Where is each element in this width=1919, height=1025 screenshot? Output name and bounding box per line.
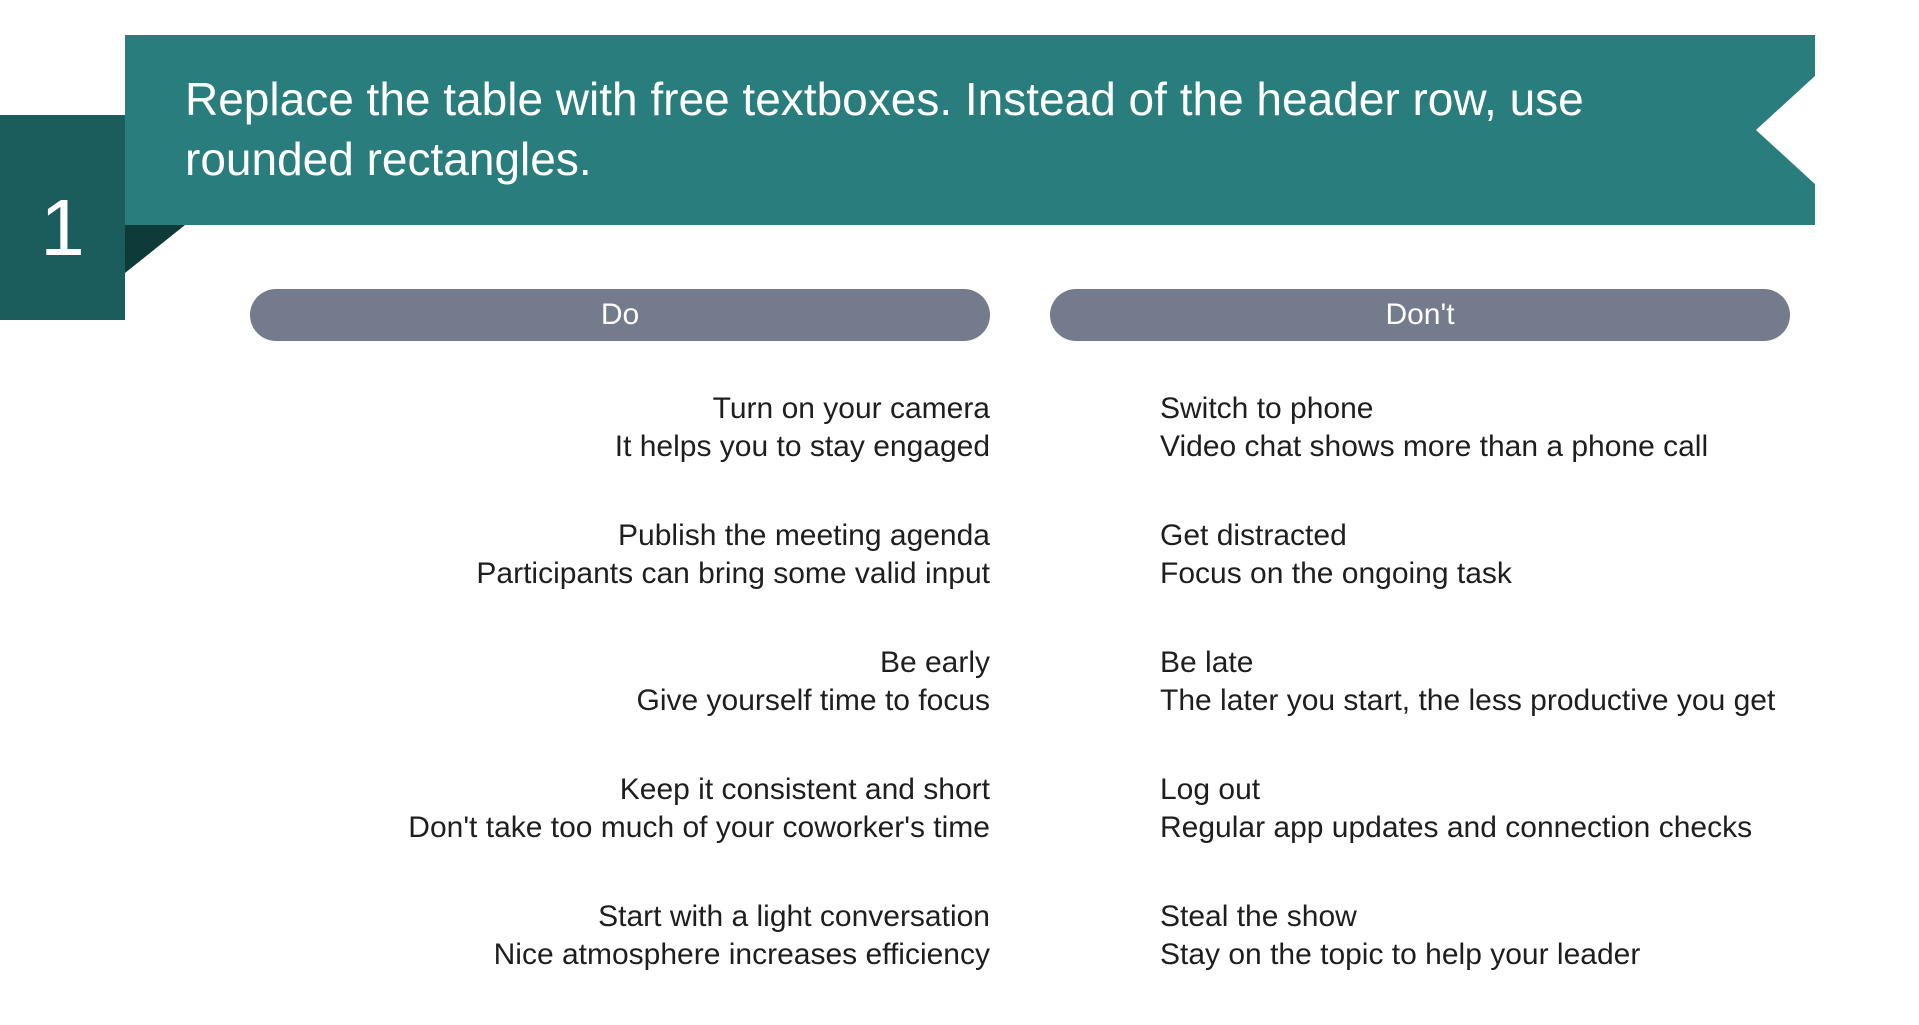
do-item-sub: Don't take too much of your coworker's t… bbox=[250, 809, 990, 847]
list-item: Log out Regular app updates and connecti… bbox=[1160, 771, 1900, 846]
slide-number-tab: 1 bbox=[0, 115, 125, 320]
list-item: Steal the show Stay on the topic to help… bbox=[1160, 898, 1900, 973]
dont-item-title: Switch to phone bbox=[1160, 390, 1900, 428]
do-item-sub: It helps you to stay engaged bbox=[250, 428, 990, 466]
list-item: Be early Give yourself time to focus bbox=[250, 644, 990, 719]
dont-item-sub: Regular app updates and connection check… bbox=[1160, 809, 1900, 847]
dont-item-sub: Focus on the ongoing task bbox=[1160, 555, 1900, 593]
do-item-title: Publish the meeting agenda bbox=[250, 517, 990, 555]
slide: 1 Replace the table with free textboxes.… bbox=[0, 0, 1919, 1008]
do-item-sub: Nice atmosphere increases efficiency bbox=[250, 936, 990, 974]
dont-item-sub: The later you start, the less productive… bbox=[1160, 682, 1900, 720]
dont-item-title: Steal the show bbox=[1160, 898, 1900, 936]
dont-item-title: Be late bbox=[1160, 644, 1900, 682]
dont-item-title: Log out bbox=[1160, 771, 1900, 809]
slide-title: Replace the table with free textboxes. I… bbox=[185, 70, 1695, 190]
slide-number-fold bbox=[125, 225, 185, 273]
list-item: Switch to phone Video chat shows more th… bbox=[1160, 390, 1900, 465]
header-do-label: Do bbox=[601, 298, 639, 332]
do-item-title: Be early bbox=[250, 644, 990, 682]
list-item: Get distracted Focus on the ongoing task bbox=[1160, 517, 1900, 592]
list-item: Be late The later you start, the less pr… bbox=[1160, 644, 1900, 719]
dont-item-sub: Stay on the topic to help your leader bbox=[1160, 936, 1900, 974]
title-ribbon: Replace the table with free textboxes. I… bbox=[125, 35, 1815, 225]
dont-column: Switch to phone Video chat shows more th… bbox=[1160, 390, 1900, 1025]
dont-item-title: Get distracted bbox=[1160, 517, 1900, 555]
ribbon-notch-icon bbox=[1756, 75, 1816, 185]
header-dont-label: Don't bbox=[1385, 298, 1454, 332]
header-pill-dont: Don't bbox=[1050, 289, 1790, 341]
dont-item-sub: Video chat shows more than a phone call bbox=[1160, 428, 1900, 466]
list-item: Publish the meeting agenda Participants … bbox=[250, 517, 990, 592]
header-pill-do: Do bbox=[250, 289, 990, 341]
do-item-sub: Participants can bring some valid input bbox=[250, 555, 990, 593]
do-item-sub: Give yourself time to focus bbox=[250, 682, 990, 720]
do-column: Turn on your camera It helps you to stay… bbox=[250, 390, 990, 1025]
do-item-title: Turn on your camera bbox=[250, 390, 990, 428]
list-item: Turn on your camera It helps you to stay… bbox=[250, 390, 990, 465]
list-item: Start with a light conversation Nice atm… bbox=[250, 898, 990, 973]
slide-number: 1 bbox=[40, 182, 85, 274]
do-item-title: Start with a light conversation bbox=[250, 898, 990, 936]
do-item-title: Keep it consistent and short bbox=[250, 771, 990, 809]
list-item: Keep it consistent and short Don't take … bbox=[250, 771, 990, 846]
